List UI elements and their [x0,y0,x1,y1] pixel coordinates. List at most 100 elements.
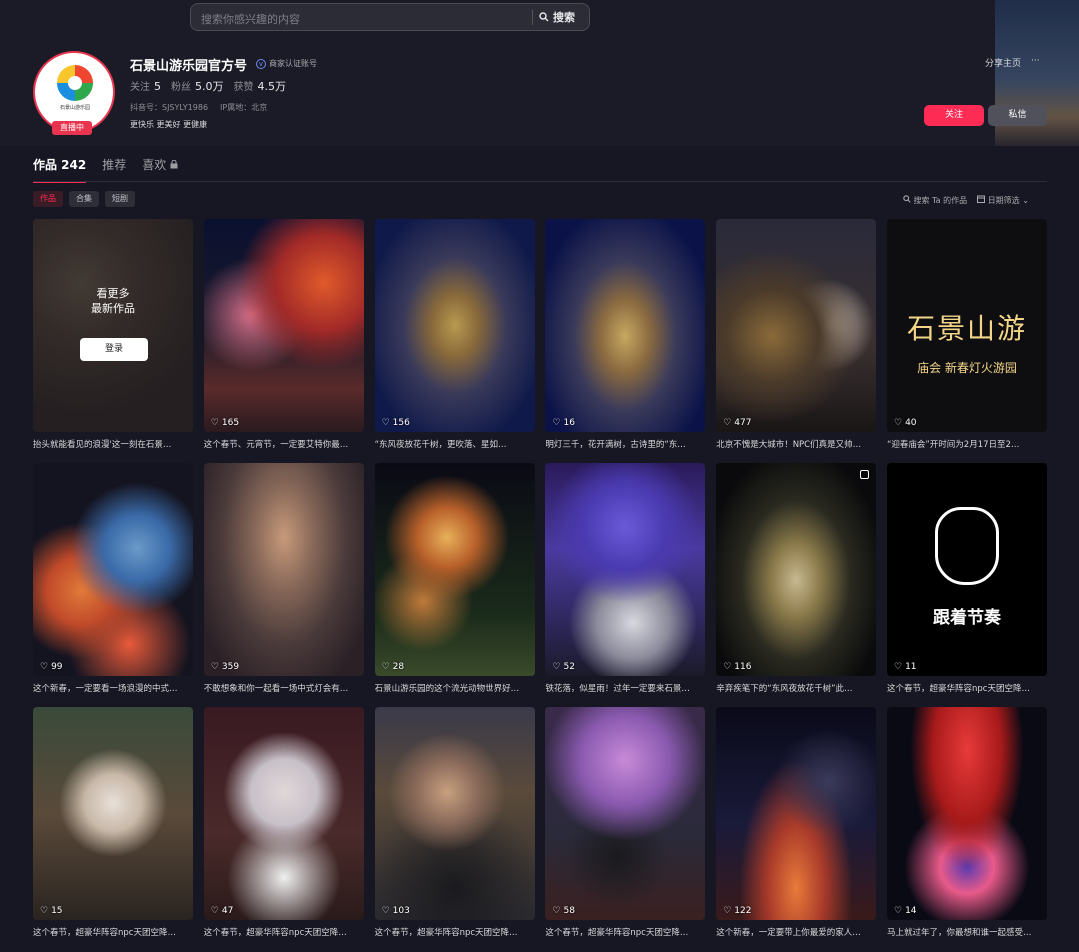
video-card[interactable]: 看更多 最新作品 登录 抬头就能看见的浪漫'这一刻在石景… [33,219,193,463]
more-icon[interactable]: ··· [1031,56,1040,69]
verify-label: 商家认证账号 [269,59,317,68]
video-thumbnail[interactable]: ♡ 16 [545,219,706,432]
video-thumbnail[interactable]: ♡ 477 [716,219,877,432]
video-card[interactable]: ♡ 122 这个新春，一定要带上你最爱的家人… [716,707,877,951]
tab-likes[interactable]: 喜欢 [142,156,178,183]
video-thumbnail[interactable]: ♡ 28 [374,463,535,676]
like-count-value: 103 [392,906,410,916]
video-caption[interactable]: 这个春节，超豪华阵容npc天团空降… [375,926,535,938]
chip-collections[interactable]: 合集 [69,191,99,207]
video-card[interactable]: ♡ 165 这个春节、元宵节，一定要艾特你最… [203,219,364,463]
search-bar[interactable]: 搜索你感兴趣的内容 搜索 [190,3,590,31]
like-count: ♡ 52 [552,662,575,672]
hand-icon [934,507,999,585]
video-thumbnail[interactable]: 看更多 最新作品 登录 [33,219,193,432]
video-caption[interactable]: 马上就过年了，你最想和谁一起感受… [887,926,1047,938]
video-caption[interactable]: 北京不愧是大城市！NPC们真是又帅… [716,438,876,450]
search-input[interactable]: 搜索你感兴趣的内容 [201,11,300,27]
live-badge[interactable]: 直播中 [52,121,92,135]
chip-short-drama[interactable]: 短剧 [105,191,135,207]
video-caption[interactable]: “东风夜放花千树，更吹落、星如… [375,438,535,450]
video-card[interactable]: ♡ 16 明灯三千，花开满树，古诗里的“东… [545,219,706,463]
video-caption[interactable]: 这个新春，一定要带上你最爱的家人… [716,926,876,938]
like-count-value: 40 [905,418,917,428]
like-count: ♡ 16 [552,418,575,428]
video-card[interactable]: ♡ 103 这个春节，超豪华阵容npc天团空降… [374,707,535,951]
video-thumbnail[interactable]: ♡ 116 [716,463,877,676]
login-button[interactable]: 登录 [80,338,148,361]
video-card[interactable]: ♡ 477 北京不愧是大城市！NPC们真是又帅… [716,219,877,463]
video-thumbnail[interactable]: ♡ 52 [545,463,706,676]
like-count: ♡ 47 [211,906,234,916]
video-card[interactable]: ♡ 99 这个新春，一定要看一场浪漫的中式… [33,463,193,707]
like-count: ♡ 165 [211,418,239,428]
follow-button[interactable]: 关注 [924,105,984,126]
tab-divider [33,181,1047,182]
video-thumbnail[interactable]: ♡ 165 [203,219,364,432]
chip-works[interactable]: 作品 [33,191,63,207]
login-prompt-line2: 最新作品 [91,302,135,315]
video-thumbnail[interactable]: 跟着节奏 ♡ 11 [886,463,1047,676]
video-caption[interactable]: 不敢想象和你一起看一场中式灯会有… [204,682,364,694]
heart-icon: ♡ [723,418,732,428]
video-card[interactable]: ♡ 116 辛弃疾笔下的“东风夜放花千树”此… [716,463,877,707]
video-caption[interactable]: 铁花落，似星雨！过年一定要来石景… [545,682,705,694]
video-caption[interactable]: 这个春节、元宵节，一定要艾特你最… [204,438,364,450]
like-count: ♡ 359 [211,662,239,672]
profile-name: 石景山游乐园官方号 [130,59,248,74]
video-card[interactable]: ♡ 156 “东风夜放花千树，更吹落、星如… [374,219,535,463]
video-caption[interactable]: 抬头就能看见的浪漫'这一刻在石景… [33,438,193,450]
divider [532,10,533,25]
video-card[interactable]: 石景山游 庙会 新春灯火游园 ♡ 40 “迎春庙会”开时间为2月17日至2… [886,219,1047,463]
video-thumbnail[interactable]: ♡ 156 [374,219,535,432]
video-caption[interactable]: 这个春节，超豪华阵容npc天团空降… [33,926,193,938]
search-works-button[interactable]: 搜索 Ta 的作品 [903,195,967,206]
heart-icon: ♡ [210,662,219,672]
video-card[interactable]: 跟着节奏 ♡ 11 这个春节，超豪华阵容npc天团空降… [886,463,1047,707]
tab-works[interactable]: 作品 242 [33,156,87,183]
like-count: ♡ 477 [723,418,751,428]
search-button[interactable]: 搜索 [539,9,575,25]
video-caption[interactable]: 这个春节，超豪华阵容npc天团空降… [887,682,1047,694]
video-card[interactable]: ♡ 52 铁花落，似星雨！过年一定要来石景… [545,463,706,707]
heart-icon: ♡ [723,906,732,916]
video-card[interactable]: ♡ 15 这个春节，超豪华阵容npc天团空降… [33,707,193,951]
heart-icon: ♡ [893,418,903,428]
video-thumbnail[interactable]: ♡ 99 [33,463,193,676]
stat-followers[interactable]: 粉丝 5.0万 [171,78,224,94]
like-count: ♡ 11 [894,662,917,672]
video-thumbnail[interactable]: ♡ 14 [886,707,1047,920]
like-count-value: 58 [563,906,575,916]
video-thumbnail[interactable]: 石景山游 庙会 新春灯火游园 ♡ 40 [886,219,1047,432]
date-filter-label: 日期筛选 [987,196,1020,205]
video-card[interactable]: ♡ 14 马上就过年了，你最想和谁一起感受… [886,707,1047,951]
message-button[interactable]: 私信 [988,105,1047,126]
heart-icon: ♡ [381,906,390,916]
video-caption[interactable]: 辛弃疾笔下的“东风夜放花千树”此… [716,682,876,694]
video-thumbnail[interactable]: ♡ 47 [203,707,364,920]
tab-recommend[interactable]: 推荐 [102,156,126,183]
video-thumbnail[interactable]: ♡ 122 [716,707,877,920]
video-caption[interactable]: 这个春节，超豪华阵容npc天团空降… [545,926,705,938]
like-count: ♡ 103 [382,906,410,916]
video-caption[interactable]: 这个春节，超豪华阵容npc天团空降… [204,926,364,938]
video-caption[interactable]: 石景山游乐园的这个流光动物世界好… [375,682,535,694]
heart-icon: ♡ [381,418,390,428]
video-caption[interactable]: “迎春庙会”开时间为2月17日至2… [887,438,1047,450]
video-caption[interactable]: 这个新春，一定要看一场浪漫的中式… [33,682,193,694]
like-count-value: 477 [734,418,752,428]
video-card[interactable]: ♡ 359 不敢想象和你一起看一场中式灯会有… [203,463,364,707]
stat-following[interactable]: 关注 5 [130,78,161,94]
video-thumbnail[interactable]: ♡ 359 [203,463,364,676]
video-thumbnail[interactable]: ♡ 15 [33,707,193,920]
video-thumbnail[interactable]: ♡ 103 [374,707,535,920]
like-count-value: 11 [905,662,917,672]
share-button[interactable]: 分享主页 [985,56,1021,69]
video-thumbnail[interactable]: ♡ 58 [545,707,706,920]
video-card[interactable]: ♡ 58 这个春节，超豪华阵容npc天团空降… [545,707,706,951]
video-card[interactable]: ♡ 28 石景山游乐园的这个流光动物世界好… [374,463,535,707]
video-caption[interactable]: 明灯三千，花开满树，古诗里的“东… [545,438,705,450]
date-filter-button[interactable]: 日期筛选 ⌄ [977,195,1029,206]
video-card[interactable]: ♡ 47 这个春节，超豪华阵容npc天团空降… [203,707,364,951]
like-count-value: 28 [392,662,405,672]
